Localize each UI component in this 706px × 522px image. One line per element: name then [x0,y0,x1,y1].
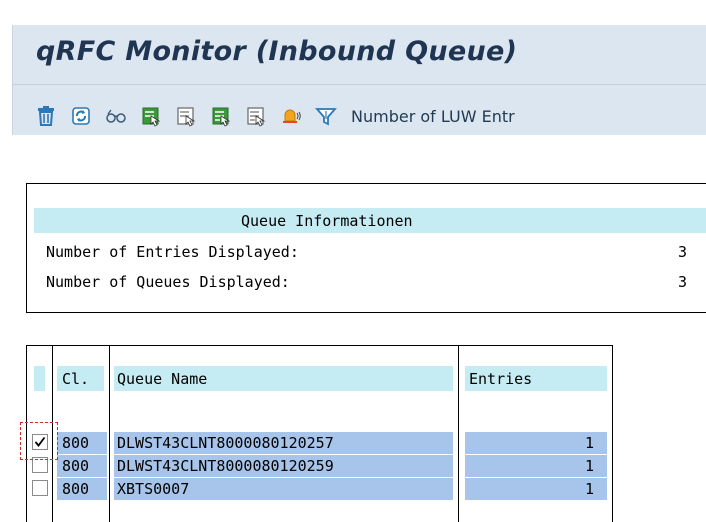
table-col-divider-3 [458,345,459,522]
row-3-client[interactable]: 800 [62,480,89,498]
row-2-entries[interactable]: 1 [585,457,594,475]
page-title: qRFC Monitor (Inbound Queue) [36,36,518,67]
info-entries-value: 3 [678,243,688,261]
row-3-checkbox[interactable] [32,480,48,496]
info-entries-label: Number of Entries Displayed: [46,243,299,261]
focus-highlight-marker [20,422,58,460]
row-3-entries[interactable]: 1 [585,480,594,498]
refresh-icon[interactable] [69,104,93,128]
row-1-entries[interactable]: 1 [585,434,594,452]
row-2-client[interactable]: 800 [62,457,89,475]
glasses-icon[interactable] [104,104,128,128]
row-1-client[interactable]: 800 [62,434,89,452]
delete-icon[interactable] [34,104,58,128]
info-queues-value: 3 [678,273,688,291]
application-toolbar: Number of LUW Entr [34,103,515,129]
alert-bell-icon[interactable] [279,104,303,128]
qrfc-monitor-window: qRFC Monitor (Inbound Queue) Number of L… [0,0,706,522]
title-divider [12,84,706,85]
table-col-divider-2 [109,345,110,522]
deselect-block-icon[interactable] [244,104,268,128]
luw-entries-label: Number of LUW Entr [351,106,515,126]
queue-info-header: Queue Informationen [241,212,413,230]
column-header-client[interactable]: Cl. [62,370,89,388]
column-header-queue-name[interactable]: Queue Name [117,370,207,388]
deselect-all-icon[interactable] [174,104,198,128]
top-strip [0,0,706,12]
table-top-border [26,345,613,346]
column-header-entries[interactable]: Entries [469,370,532,388]
header-select-cell [34,366,45,391]
row-3-queue-name[interactable]: XBTS0007 [117,480,189,498]
select-block-icon[interactable] [209,104,233,128]
row-2-queue-name[interactable]: DLWST43CLNT8000080120259 [117,457,334,475]
row-1-queue-name[interactable]: DLWST43CLNT8000080120257 [117,434,334,452]
filter-icon[interactable] [314,104,338,128]
select-all-icon[interactable] [139,104,163,128]
info-queues-label: Number of Queues Displayed: [46,273,290,291]
table-right-border [612,345,613,522]
